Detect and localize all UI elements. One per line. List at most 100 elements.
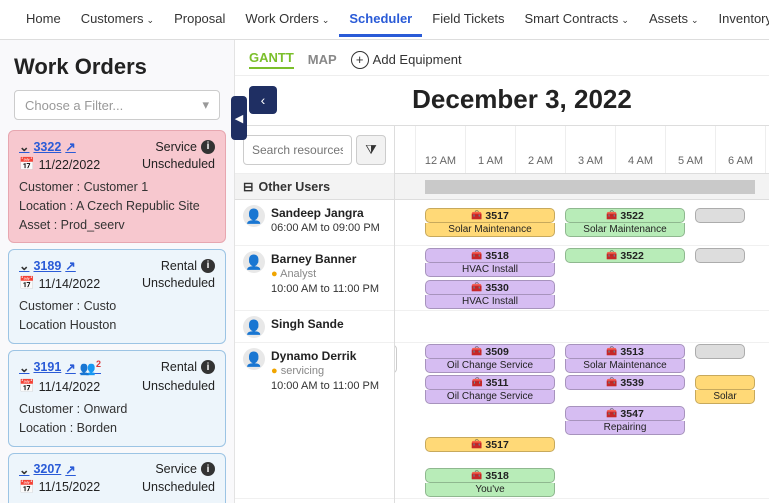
avatar: 👤	[243, 251, 265, 273]
nav-home[interactable]: Home	[16, 3, 71, 37]
work-order-date: 📅11/22/2022	[19, 157, 100, 172]
briefcase-icon: 🧰	[606, 210, 617, 221]
work-order-card[interactable]: ⌄ 3207 ↗ Service i 📅11/15/2022 Unschedul…	[8, 453, 226, 503]
work-order-card[interactable]: ⌄ 3322 ↗ Service i 📅11/22/2022 Unschedul…	[8, 130, 226, 243]
collapse-sidebar-button[interactable]: ◀	[231, 96, 247, 140]
gantt-bar[interactable]: 🧰3518	[425, 468, 555, 483]
gantt-bar-sub[interactable]: You've	[425, 483, 555, 497]
gantt-bar-sub[interactable]: Oil Change Service	[425, 359, 555, 373]
filter-dropdown[interactable]: Choose a Filter... ▾	[14, 90, 220, 120]
briefcase-icon: 🧰	[471, 439, 482, 450]
avatar: 👤	[243, 205, 265, 227]
work-order-link[interactable]: ⌄ 3322 ↗	[19, 139, 76, 154]
prev-date-button[interactable]: ‹	[249, 86, 277, 114]
briefcase-icon: 🧰	[471, 470, 482, 481]
gantt-bar[interactable]: 🧰3517	[425, 208, 555, 223]
nav-smart-contracts[interactable]: Smart Contracts⌄	[515, 3, 639, 37]
filter-placeholder: Choose a Filter...	[25, 98, 123, 113]
resource-row[interactable]: 👤 Singh Sande	[235, 311, 394, 343]
work-order-status: Unscheduled	[142, 480, 215, 495]
gantt-bar[interactable]	[695, 344, 745, 359]
resource-hours: 10:00 AM to 11:00 PM	[271, 379, 379, 394]
external-link-icon: ↗	[65, 360, 75, 375]
expand-lane-button[interactable]: 🧰L..	[395, 345, 397, 373]
gantt-bar[interactable]: 🧰3530	[425, 280, 555, 295]
nav-assets[interactable]: Assets⌄	[639, 3, 709, 37]
gantt-lane	[395, 311, 769, 343]
work-order-date: 📅11/15/2022	[19, 480, 100, 495]
resource-column: ⧩ ⊟ Other Users 👤 Sandeep Jangra 06:00 A…	[235, 126, 395, 503]
briefcase-icon: 🧰	[471, 282, 482, 293]
gantt-bar[interactable]	[695, 208, 745, 223]
hour-label: 7 AM	[765, 126, 769, 173]
avatar: 👤	[243, 316, 265, 338]
chevron-down-icon: ▾	[202, 97, 209, 113]
gantt-bar[interactable]: 🧰3518	[425, 248, 555, 263]
work-order-link[interactable]: ⌄ 3189 ↗	[19, 258, 76, 273]
gantt-bar[interactable]	[695, 375, 755, 390]
work-order-meta: Customer : OnwardLocation : Borden	[19, 400, 215, 438]
resource-row[interactable]: 👤 Dynamo Derrik ● servicing 10:00 AM to …	[235, 343, 394, 499]
briefcase-icon: 🧰	[471, 250, 482, 261]
calendar-icon: 📅	[19, 276, 35, 291]
gantt-bar[interactable]: 🧰3509	[425, 344, 555, 359]
gantt-bar[interactable]: 🧰3522	[565, 208, 685, 223]
group-label: Other Users	[258, 180, 330, 194]
work-order-type: Rental i	[161, 360, 215, 374]
nav-field-tickets[interactable]: Field Tickets	[422, 3, 514, 37]
gantt-bar[interactable]: 🧰3513	[565, 344, 685, 359]
people-icon: 👥2	[80, 359, 101, 376]
resource-name: Dynamo Derrik	[271, 348, 379, 364]
work-order-card[interactable]: ⌄ 3191 ↗ 👥2 Rental i 📅11/14/2022 Unsched…	[8, 350, 226, 447]
hour-label: 3 AM	[565, 126, 615, 173]
chevron-down-icon: ⌄	[322, 15, 330, 25]
gantt-bar[interactable]: 🧰3517	[425, 437, 555, 452]
briefcase-icon: 🧰	[606, 346, 617, 357]
calendar-icon: 📅	[19, 379, 35, 394]
nav-proposal[interactable]: Proposal	[164, 3, 235, 37]
gantt-bar[interactable]	[695, 248, 745, 263]
gantt-bar-sub[interactable]: HVAC Install	[425, 263, 555, 277]
nav-work-orders[interactable]: Work Orders⌄	[235, 3, 339, 37]
briefcase-icon: 🧰	[472, 377, 483, 388]
gantt-bar[interactable]: 🧰3539	[565, 375, 685, 390]
gantt-lane: 🧰3517Solar Maintenance🧰3522Solar Mainten…	[395, 200, 769, 246]
gantt-timeline[interactable]: 12 AM1 AM2 AM3 AM4 AM5 AM6 AM7 AM 🧰3517S…	[395, 126, 769, 503]
work-order-link[interactable]: ⌄ 3207 ↗	[19, 462, 76, 477]
resource-name: Barney Banner	[271, 251, 379, 267]
tab-gantt[interactable]: GANTT	[249, 50, 294, 69]
gantt-bar-sub[interactable]: Repairing	[565, 421, 685, 435]
search-resources-input[interactable]	[243, 135, 352, 165]
work-order-type: Service i	[155, 140, 215, 154]
resource-row[interactable]: 👤 Barney Banner ● Analyst 10:00 AM to 11…	[235, 246, 394, 311]
funnel-icon: ⧩	[365, 142, 377, 158]
work-order-meta: Customer : CustoLocation Houston	[19, 297, 215, 335]
gantt-bar-sub[interactable]: Solar	[695, 390, 755, 404]
gantt-bar[interactable]: 🧰3547	[565, 406, 685, 421]
nav-customers[interactable]: Customers⌄	[71, 3, 164, 37]
briefcase-icon: 🧰	[606, 377, 617, 388]
hour-label: 6 AM	[715, 126, 765, 173]
tab-map[interactable]: MAP	[308, 52, 337, 67]
gantt-lane: 🧰3518HVAC Install🧰3522🧰3530HVAC Install	[395, 246, 769, 311]
gantt-bar-sub[interactable]: Solar Maintenance	[565, 223, 685, 237]
resource-hours: 10:00 AM to 11:00 PM	[271, 282, 379, 297]
nav-inventory[interactable]: Inventory⌄	[709, 3, 769, 37]
gantt-bar-sub[interactable]: Solar Maintenance	[565, 359, 685, 373]
work-order-card[interactable]: ⌄ 3189 ↗ Rental i 📅11/14/2022 Unschedule…	[8, 249, 226, 344]
gantt-bar-sub[interactable]: Oil Change Service	[425, 390, 555, 404]
gantt-bar[interactable]: 🧰3522	[565, 248, 685, 263]
resource-group-header[interactable]: ⊟ Other Users	[235, 174, 394, 200]
add-equipment-button[interactable]: + Add Equipment	[351, 51, 462, 69]
gantt-bar[interactable]: 🧰3511	[425, 375, 555, 390]
resource-row[interactable]: 👤 Sandeep Jangra 06:00 AM to 09:00 PM	[235, 200, 394, 246]
filter-button[interactable]: ⧩	[356, 135, 386, 165]
chevron-down-icon: ⌄	[621, 15, 629, 25]
gantt-bar-sub[interactable]: HVAC Install	[425, 295, 555, 309]
nav-scheduler[interactable]: Scheduler	[339, 3, 422, 37]
gantt-bar-sub[interactable]: Solar Maintenance	[425, 223, 555, 237]
calendar-icon: 📅	[19, 480, 35, 495]
work-order-link[interactable]: ⌄ 3191 ↗ 👥2	[19, 359, 101, 376]
chevron-down-icon: ⌄	[147, 15, 155, 25]
current-date: December 3, 2022	[289, 84, 755, 115]
